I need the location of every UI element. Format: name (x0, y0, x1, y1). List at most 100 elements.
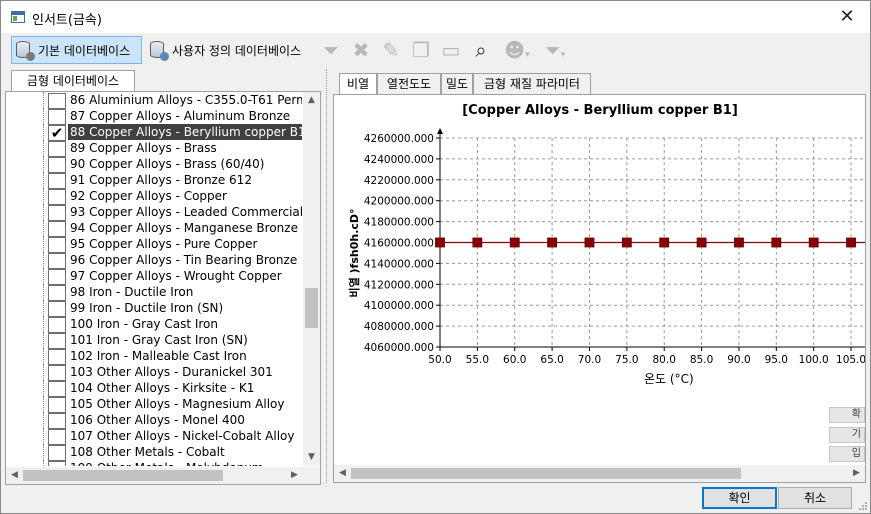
item-label: 94 Copper Alloys - Manganese Bronze (70, 221, 298, 235)
item-checkbox[interactable] (48, 397, 66, 413)
side-button-default[interactable]: 기 (829, 427, 865, 443)
chart-horizontal-scrollbar[interactable]: ◀ ▶ (334, 465, 865, 482)
item-checkbox[interactable] (48, 253, 66, 269)
scroll-thumb[interactable] (305, 288, 318, 328)
ok-button[interactable]: 확인 (702, 487, 777, 509)
y-tick-label: 4200000.000 (364, 196, 434, 208)
list-item[interactable]: 107 Other Alloys - Nickel-Cobalt Alloy (6, 428, 302, 445)
x-tick-label: 55.0 (466, 354, 489, 366)
chart-scroll-right-icon[interactable]: ▶ (848, 465, 865, 482)
item-checkbox[interactable] (48, 301, 66, 317)
tab-specific-heat[interactable]: 비열 (339, 73, 377, 95)
item-checkbox[interactable] (48, 189, 66, 205)
item-checkbox[interactable] (48, 413, 66, 429)
item-label: 98 Iron - Ductile Iron (70, 285, 194, 299)
scroll-left-icon[interactable]: ◀ (6, 467, 23, 484)
chart-scroll-thumb[interactable] (351, 468, 741, 479)
list-item[interactable]: 102 Iron - Malleable Cast Iron (6, 348, 302, 365)
list-item[interactable]: 101 Iron - Gray Cast Iron (SN) (6, 332, 302, 349)
paste-icon[interactable]: ▭ (438, 37, 464, 63)
list-item[interactable]: 108 Other Metals - Cobalt (6, 444, 302, 461)
list-item[interactable]: 99 Iron - Ductile Iron (SN) (6, 300, 302, 317)
copy-icon[interactable]: ❐ (408, 37, 434, 63)
list-item[interactable]: 91 Copper Alloys - Bronze 612 (6, 172, 302, 189)
list-item[interactable]: 94 Copper Alloys - Manganese Bronze (6, 220, 302, 237)
side-button-input[interactable]: 입 (829, 446, 865, 462)
list-item[interactable]: 89 Copper Alloys - Brass (6, 140, 302, 157)
y-tick-label: 4100000.000 (364, 300, 434, 312)
data-point (771, 237, 782, 248)
list-item[interactable]: 106 Other Alloys - Monel 400 (6, 412, 302, 429)
list-item[interactable]: 109 Other Metals - Molybdenum (6, 460, 302, 466)
scroll-down-icon[interactable]: ▼ (303, 449, 320, 466)
item-checkbox[interactable] (48, 237, 66, 253)
list-item[interactable]: 87 Copper Alloys - Aluminum Bronze (6, 108, 302, 125)
item-checkbox[interactable] (48, 429, 66, 445)
list-item[interactable]: 98 Iron - Ductile Iron (6, 284, 302, 301)
side-button-confirm[interactable]: 확 (829, 407, 865, 423)
material-list-items: 86 Aluminium Alloys - C355.0-T61 Perm 87 … (6, 92, 302, 466)
filter-icon[interactable]: ⏷ (318, 37, 344, 63)
filter-dropdown-icon[interactable]: ⏷▾ (538, 37, 572, 63)
list-item[interactable]: 105 Other Alloys - Magnesium Alloy (6, 396, 302, 413)
tree-line (43, 348, 44, 364)
list-horizontal-scrollbar[interactable]: ◀ ▶ (6, 467, 320, 484)
list-item[interactable]: 103 Other Alloys - Duranickel 301 (6, 364, 302, 381)
user-dropdown-icon[interactable]: ☻▾ (500, 37, 534, 63)
list-item[interactable]: 97 Copper Alloys - Wrought Copper (6, 268, 302, 285)
item-checkbox[interactable] (48, 141, 66, 157)
data-point (696, 237, 707, 248)
list-item[interactable]: 86 Aluminium Alloys - C355.0-T61 Perm (6, 92, 302, 109)
item-checkbox[interactable] (48, 445, 66, 461)
item-checkbox[interactable] (48, 157, 66, 173)
h-scroll-thumb[interactable] (23, 470, 223, 481)
item-checkbox[interactable] (48, 381, 66, 397)
scroll-right-icon[interactable]: ▶ (286, 467, 303, 484)
title-bar[interactable]: 인서트(금속) ✕ (1, 1, 870, 33)
list-item[interactable]: 92 Copper Alloys - Copper (6, 188, 302, 205)
list-item[interactable]: ✔ 88 Copper Alloys - Beryllium copper B1 (6, 123, 302, 141)
close-icon[interactable]: ✕ (824, 1, 870, 33)
list-item[interactable]: 100 Iron - Gray Cast Iron (6, 316, 302, 333)
list-item[interactable]: 104 Other Alloys - Kirksite - K1 (6, 380, 302, 397)
tab-density[interactable]: 밀도 (441, 73, 473, 95)
item-checkbox[interactable] (48, 285, 66, 301)
item-checkbox[interactable] (48, 349, 66, 365)
data-point (659, 237, 670, 248)
y-tick-label: 4160000.000 (364, 238, 434, 250)
edit-icon[interactable]: ✎ (378, 37, 404, 63)
item-checkbox[interactable] (48, 269, 66, 285)
tab-thermal-conductivity[interactable]: 열전도도 (377, 73, 441, 95)
x-tick-label: 100.0 (799, 354, 829, 366)
tab-mold-parameters[interactable]: 금형 재질 파라미터 (473, 73, 591, 95)
scroll-up-icon[interactable]: ▲ (303, 92, 320, 109)
delete-icon[interactable]: ✖ (348, 37, 374, 63)
tab-mold-database[interactable]: 금형 데이터베이스 (11, 70, 135, 92)
chart-scroll-left-icon[interactable]: ◀ (334, 465, 351, 482)
data-point (472, 237, 483, 248)
panel-splitter[interactable] (323, 69, 331, 483)
item-checkbox[interactable] (48, 461, 66, 466)
item-checkbox[interactable] (48, 221, 66, 237)
item-checkbox[interactable]: ✔ (48, 125, 66, 141)
item-label: 87 Copper Alloys - Aluminum Bronze (70, 109, 291, 123)
tree-line (43, 252, 44, 268)
basic-database-button[interactable]: 기본 데이터베이스 (11, 36, 142, 64)
item-checkbox[interactable] (48, 109, 66, 125)
material-list: 86 Aluminium Alloys - C355.0-T61 Perm 87 … (5, 91, 321, 485)
resize-grip-icon[interactable] (858, 501, 868, 511)
list-item[interactable]: 95 Copper Alloys - Pure Copper (6, 236, 302, 253)
cancel-button[interactable]: 취소 (778, 487, 852, 509)
list-item[interactable]: 90 Copper Alloys - Brass (60/40) (6, 156, 302, 173)
item-checkbox[interactable] (48, 173, 66, 189)
search-icon[interactable]: ⌕ (468, 37, 494, 63)
item-checkbox[interactable] (48, 93, 66, 109)
list-vertical-scrollbar[interactable]: ▲ ▼ (303, 92, 320, 466)
list-item[interactable]: 96 Copper Alloys - Tin Bearing Bronze (6, 252, 302, 269)
user-database-button[interactable]: 사용자 정의 데이터베이스 (146, 36, 316, 64)
list-item[interactable]: 93 Copper Alloys - Leaded Commercial B (6, 204, 302, 221)
item-checkbox[interactable] (48, 317, 66, 333)
item-checkbox[interactable] (48, 205, 66, 221)
item-checkbox[interactable] (48, 333, 66, 349)
item-checkbox[interactable] (48, 365, 66, 381)
